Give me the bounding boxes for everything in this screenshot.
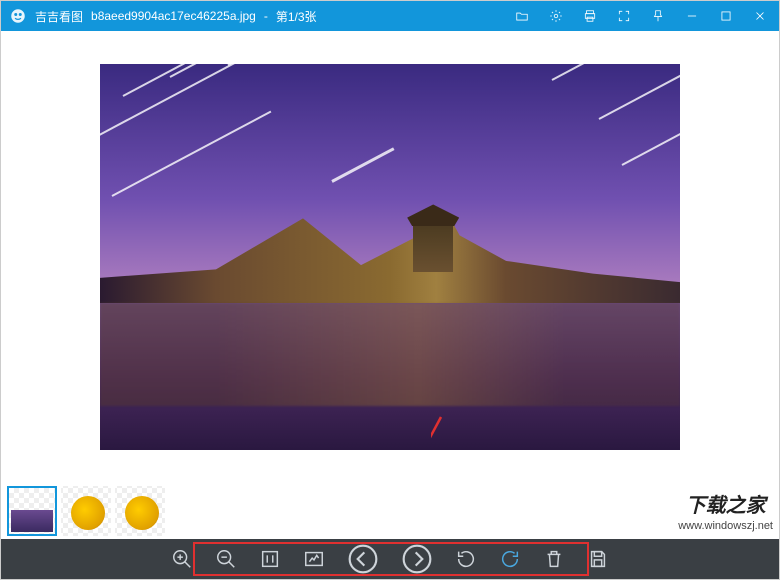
app-name: 吉吉看图 xyxy=(35,8,83,25)
bottom-toolbar xyxy=(1,539,779,579)
thumbnail-strip xyxy=(1,483,779,539)
watermark-url: www.windowszj.net xyxy=(678,519,773,533)
image-position: 第1/3张 xyxy=(276,8,317,25)
app-icon xyxy=(9,7,27,25)
titlebar: 吉吉看图 b8aeed9904ac17ec46225a.jpg - 第1/3张 xyxy=(1,1,779,31)
delete-button[interactable] xyxy=(541,546,567,572)
previous-image-button[interactable] xyxy=(345,541,381,577)
rotate-left-button[interactable] xyxy=(453,546,479,572)
print-button[interactable] xyxy=(577,1,603,31)
watermark-text-cn: 下载之家 xyxy=(678,493,773,519)
filename: b8aeed9904ac17ec46225a.jpg xyxy=(91,9,256,23)
displayed-image xyxy=(100,64,680,450)
thumbnail-2[interactable] xyxy=(61,486,111,536)
pin-button[interactable] xyxy=(645,1,671,31)
title-separator: - xyxy=(264,9,268,23)
zoom-out-button[interactable] xyxy=(213,546,239,572)
content-area xyxy=(1,31,779,539)
maximize-button[interactable] xyxy=(713,1,739,31)
thumbnail-3[interactable] xyxy=(115,486,165,536)
next-image-button[interactable] xyxy=(399,541,435,577)
thumbnail-1[interactable] xyxy=(7,486,57,536)
watermark: 下载之家 www.windowszj.net xyxy=(678,493,773,533)
actual-size-button[interactable] xyxy=(257,546,283,572)
fullscreen-button[interactable] xyxy=(611,1,637,31)
close-button[interactable] xyxy=(747,1,773,31)
image-viewer[interactable] xyxy=(1,31,779,483)
settings-button[interactable] xyxy=(543,1,569,31)
open-folder-button[interactable] xyxy=(509,1,535,31)
toolbar-highlight-box xyxy=(193,542,589,576)
rotate-right-button[interactable] xyxy=(497,546,523,572)
minimize-button[interactable] xyxy=(679,1,705,31)
save-button[interactable] xyxy=(585,546,611,572)
fit-screen-button[interactable] xyxy=(301,546,327,572)
zoom-in-button[interactable] xyxy=(169,546,195,572)
